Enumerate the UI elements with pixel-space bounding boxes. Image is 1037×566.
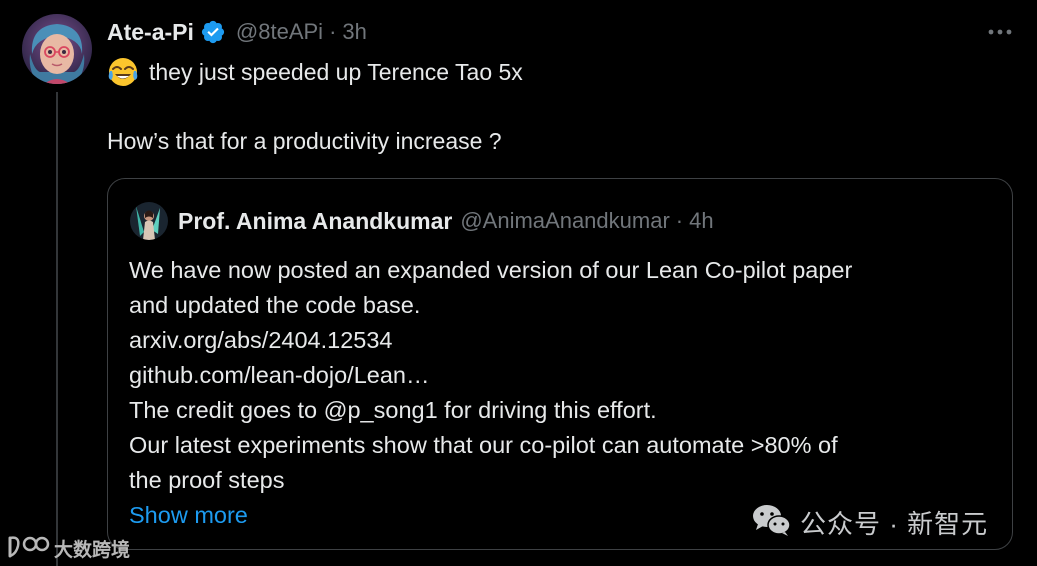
bigdata-logo-icon xyxy=(6,532,50,565)
quoted-tweet-timestamp[interactable]: 4h xyxy=(689,208,713,234)
author-avatar[interactable] xyxy=(22,14,92,84)
header-separator: · xyxy=(329,19,337,44)
quoted-author-display-name[interactable]: Prof. Anima Anandkumar xyxy=(178,208,452,235)
bigdata-watermark-text: 大数跨境 xyxy=(54,540,131,561)
bigdata-watermark: 大数跨境 xyxy=(6,532,130,565)
tweet-timestamp[interactable]: 3h xyxy=(342,19,366,45)
verified-badge-icon[interactable] xyxy=(200,19,226,45)
face-with-tears-of-joy-icon xyxy=(107,56,139,88)
quoted-tweet-body: We have now posted an expanded version o… xyxy=(129,253,999,533)
tweet-text-line-2: How’s that for a productivity increase ? xyxy=(107,128,502,154)
thread-connector-line xyxy=(56,92,58,566)
quoted-author-avatar[interactable] xyxy=(130,202,168,240)
author-display-name[interactable]: Ate-a-Pi xyxy=(107,19,194,46)
quoted-author-handle[interactable]: @AnimaAnandkumar xyxy=(460,208,669,234)
quoted-text-line: the proof steps xyxy=(129,467,285,493)
quoted-text-line: and updated the code base. xyxy=(129,292,421,318)
quoted-tweet-header: Prof. Anima Anandkumar @AnimaAnandkumar … xyxy=(178,206,714,236)
quoted-text-line: We have now posted an expanded version o… xyxy=(129,257,853,283)
wechat-watermark-text: 公众号 · 新智元 xyxy=(800,509,989,539)
quoted-text-line: The credit goes to @p_song1 for driving … xyxy=(129,397,657,423)
wechat-watermark: 公众号 · 新智元 xyxy=(752,503,988,542)
quoted-text-line: Our latest experiments show that our co-… xyxy=(129,432,838,458)
quoted-tweet-card[interactable]: Prof. Anima Anandkumar @AnimaAnandkumar … xyxy=(107,178,1013,550)
tweet-text-line-1: they just speeded up Terence Tao 5x xyxy=(107,56,523,88)
quoted-text-line: github.com/lean-dojo/Lean… xyxy=(129,362,430,388)
quoted-header-separator: · xyxy=(675,208,684,233)
author-handle[interactable]: @8teAPi xyxy=(236,19,323,45)
tweet-text-content-1: they just speeded up Terence Tao 5x xyxy=(149,59,523,85)
more-options-icon[interactable] xyxy=(985,20,1015,44)
tweet-view: Ate-a-Pi @8teAPi · 3h they just speeded … xyxy=(0,0,1037,566)
tweet-header: Ate-a-Pi @8teAPi · 3h xyxy=(107,16,367,48)
wechat-icon xyxy=(752,503,792,542)
quoted-text-line: arxiv.org/abs/2404.12534 xyxy=(129,327,393,353)
